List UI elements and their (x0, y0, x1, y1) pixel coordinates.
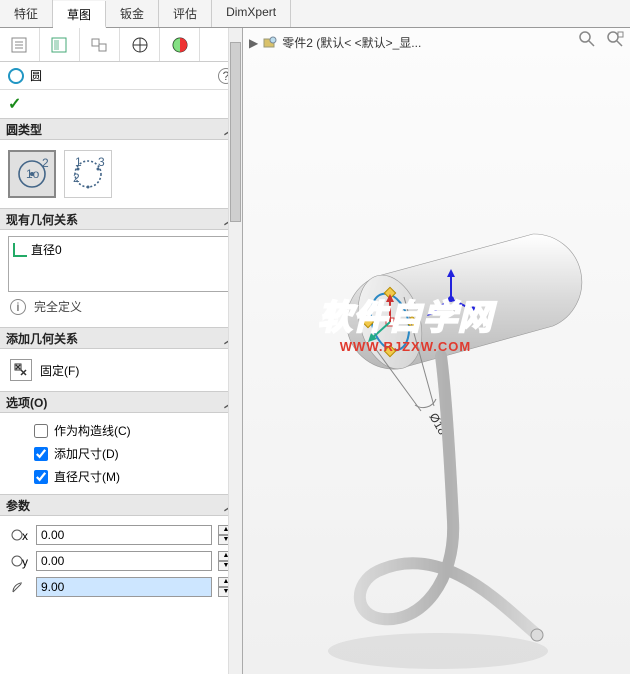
section-existing-relations: 现有几何关系 (6, 211, 78, 228)
circle-icon (8, 68, 24, 84)
svg-text:1: 1 (75, 156, 82, 169)
section-circle-type: 圆类型 (6, 121, 42, 138)
diameter-dim-checkbox[interactable] (34, 470, 48, 484)
tab-dimxpert[interactable]: DimXpert (212, 0, 291, 27)
manager-tabs (0, 28, 242, 62)
construction-label: 作为构造线(C) (54, 422, 131, 439)
dimxpert-manager-tab[interactable] (120, 28, 160, 61)
section-add-relations: 添加几何关系 (6, 330, 78, 347)
tab-sketch[interactable]: 草图 (53, 1, 106, 28)
construction-checkbox[interactable] (34, 424, 48, 438)
cx-icon: x (8, 526, 30, 544)
feature-title: 圆 (30, 67, 218, 84)
fix-relation-button[interactable] (10, 359, 32, 381)
config-manager-tab[interactable] (80, 28, 120, 61)
cy-icon: y (8, 552, 30, 570)
tab-features[interactable]: 特征 (0, 0, 53, 27)
property-manager-tab[interactable] (40, 28, 80, 61)
svg-text:x: x (22, 529, 28, 543)
svg-text:3: 3 (98, 156, 105, 169)
relations-listbox[interactable]: 直径0 (8, 236, 234, 292)
circle-3point[interactable]: 1 3 2 (64, 150, 112, 198)
tab-sheetmetal[interactable]: 钣金 (106, 0, 159, 27)
tab-evaluate[interactable]: 评估 (159, 0, 212, 27)
panel-scrollbar[interactable] (228, 28, 242, 674)
svg-text:2: 2 (73, 171, 80, 185)
section-options: 选项(O) (6, 394, 47, 411)
svg-text:y: y (22, 555, 28, 569)
zoom-fit-icon[interactable] (578, 30, 596, 48)
relation-item[interactable]: 直径0 (13, 241, 229, 258)
svg-text:2: 2 (42, 156, 49, 170)
zoom-area-icon[interactable] (606, 30, 624, 48)
info-icon: i (10, 299, 26, 315)
radius-icon (8, 578, 30, 596)
feature-manager-tab[interactable] (0, 28, 40, 61)
svg-text:1o: 1o (26, 167, 40, 181)
add-dim-checkbox[interactable] (34, 447, 48, 461)
cx-input[interactable] (36, 525, 212, 545)
section-params: 参数 (6, 497, 30, 514)
property-manager-panel: 圆 ? ✓ 圆类型 ︿ 1o2 132 现有几何关系 ︿ 直 (0, 28, 243, 674)
radius-input[interactable] (36, 577, 212, 597)
status-text: 完全定义 (34, 298, 82, 315)
add-dim-label: 添加尺寸(D) (54, 445, 119, 462)
fix-label: 固定(F) (40, 362, 79, 379)
model-render: Ø18 (243, 48, 630, 694)
cy-input[interactable] (36, 551, 212, 571)
circle-center-radius[interactable]: 1o2 (8, 150, 56, 198)
display-manager-tab[interactable] (160, 28, 200, 61)
command-tab-bar: 特征 草图 钣金 评估 DimXpert (0, 0, 630, 28)
graphics-viewport[interactable]: ▶ 零件2 (默认< <默认>_显... (243, 28, 630, 674)
diameter-dim-label: 直径尺寸(M) (54, 468, 120, 485)
ok-button[interactable]: ✓ (8, 94, 21, 114)
relation-icon (13, 243, 27, 257)
